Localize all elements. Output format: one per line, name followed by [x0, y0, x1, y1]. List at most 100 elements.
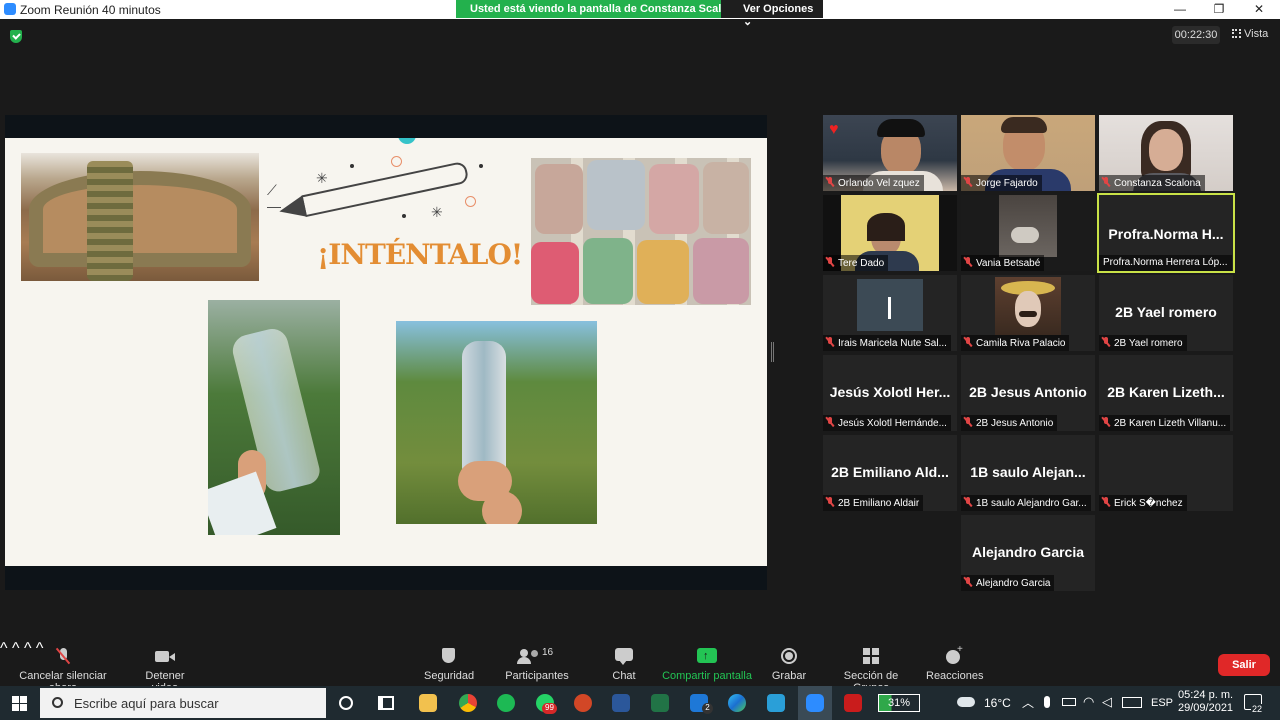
participant-name: Jorge Fajardo — [976, 178, 1038, 189]
participant-tile[interactable]: Jesús Xolotl Her... Jesús Xolotl Hernánd… — [823, 355, 957, 431]
weather-cloud-icon[interactable] — [957, 697, 975, 707]
participant-display-name: Profra.Norma H... — [1108, 226, 1224, 242]
powerpoint-icon[interactable] — [574, 694, 592, 712]
speaker-icon[interactable]: ◁ — [1102, 694, 1112, 710]
participant-display-name: 2B Emiliano Ald... — [831, 464, 949, 480]
input-language[interactable]: ESP — [1151, 697, 1173, 709]
cortana-icon[interactable] — [339, 696, 353, 710]
clock[interactable]: 05:24 p. m. 29/09/2021 — [1178, 689, 1233, 715]
star-doodle-icon: ✳ — [316, 170, 328, 186]
teal-half-circle-icon — [398, 138, 416, 144]
audio-options-chevron-icon[interactable]: ^ — [0, 640, 8, 657]
participant-tile[interactable]: Camila Riva Palacio — [961, 275, 1095, 351]
battery-tray-icon[interactable] — [1062, 698, 1076, 706]
participant-name: Tere Dado — [838, 258, 885, 269]
muted-mic-icon — [964, 257, 972, 267]
muted-mic-icon — [964, 577, 972, 587]
window-title: Zoom Reunión 40 minutos — [20, 3, 161, 17]
participants-icon: 16 — [517, 647, 557, 664]
participant-name: Orlando Vel zquez — [838, 178, 920, 189]
l-app-icon[interactable] — [767, 694, 785, 712]
encryption-shield-icon[interactable] — [10, 30, 22, 43]
participants-button[interactable]: 16 Participantes — [504, 647, 570, 682]
task-view-icon[interactable] — [378, 696, 394, 710]
minimize-icon[interactable]: — — [1170, 2, 1190, 16]
muted-mic-icon — [1102, 497, 1110, 507]
muted-mic-icon — [826, 497, 834, 507]
participant-display-name: 2B Karen Lizeth... — [1107, 384, 1225, 400]
participant-display-name: Alejandro Garcia — [971, 544, 1085, 560]
star-doodle-icon: ✳ — [431, 204, 443, 220]
chrome-icon[interactable] — [459, 694, 477, 712]
view-button[interactable]: Vista — [1232, 28, 1268, 40]
security-label: Seguridad — [424, 670, 475, 682]
participant-name: 1B saulo Alejandro Gar... — [976, 498, 1087, 509]
participant-tile[interactable]: Tere Dado — [823, 195, 957, 271]
chat-label: Chat — [612, 670, 636, 682]
participant-name: 2B Emiliano Aldair — [838, 498, 920, 509]
participant-name: Irais Maricela Nute Sal... — [838, 338, 947, 349]
keyboard-icon[interactable] — [1122, 697, 1142, 708]
record-icon — [781, 648, 797, 664]
view-label: Vista — [1244, 28, 1269, 40]
battery-meter-widget[interactable]: 31% — [878, 694, 920, 712]
heart-icon: ♥ — [829, 121, 839, 138]
share-screen-button[interactable]: ↑ Compartir pantalla — [662, 648, 752, 682]
participant-name: 2B Jesus Antonio — [976, 418, 1054, 429]
tray-chevron-up-icon[interactable]: ︿ — [1022, 694, 1034, 711]
file-explorer-icon[interactable] — [419, 694, 437, 712]
grid-view-icon — [1232, 29, 1241, 38]
security-button[interactable]: Seguridad — [424, 648, 475, 682]
share-screen-icon: ↑ — [697, 648, 717, 664]
participant-tile[interactable]: 2B Emiliano Ald... 2B Emiliano Aldair — [823, 435, 957, 511]
breakout-rooms-icon — [863, 648, 879, 664]
zoom-taskbar-active[interactable] — [798, 686, 832, 720]
participant-tile[interactable]: Vania Betsabé — [961, 195, 1095, 271]
maximize-icon[interactable]: ❐ — [1209, 2, 1229, 16]
word-icon[interactable] — [612, 694, 630, 712]
participant-name: Camila Riva Palacio — [976, 338, 1066, 349]
battery-percent: 31% — [887, 697, 911, 709]
participant-tile[interactable]: 2B Jesus Antonio 2B Jesus Antonio — [961, 355, 1095, 431]
view-options-label: Ver Opciones — [743, 3, 814, 15]
acrobat-icon[interactable] — [844, 694, 862, 712]
panel-resize-handle[interactable] — [771, 342, 774, 362]
participant-name: Alejandro Garcia — [976, 578, 1051, 589]
participant-tile[interactable]: 2B Karen Lizeth... 2B Karen Lizeth Villa… — [1099, 355, 1233, 431]
windows-taskbar: Escribe aquí para buscar 99 2 31% 16°C ︿… — [0, 686, 1280, 720]
participant-name: Vania Betsabé — [976, 258, 1041, 269]
windows-start-icon[interactable] — [12, 696, 27, 711]
participant-tile[interactable]: Erick S�nchez — [1099, 435, 1233, 511]
record-button[interactable]: Grabar — [768, 648, 810, 682]
participant-tile[interactable]: ♥ Orlando Vel zquez — [823, 115, 957, 191]
participant-tile[interactable]: Alejandro Garcia Alejandro Garcia — [961, 515, 1095, 591]
participant-tile[interactable]: 2B Yael romero 2B Yael romero — [1099, 275, 1233, 351]
bottle-wall-photo — [21, 153, 259, 281]
participant-tile-active-speaker[interactable]: Profra.Norma H... Profra.Norma Herrera L… — [1097, 193, 1235, 273]
spotify-icon[interactable] — [497, 694, 515, 712]
circle-doodle-icon — [465, 196, 476, 207]
participant-tile[interactable]: Jorge Fajardo — [961, 115, 1095, 191]
participant-tile[interactable]: 1B saulo Alejan... 1B saulo Alejandro Ga… — [961, 435, 1095, 511]
smiley-plus-icon: + — [945, 644, 963, 664]
participant-name: Erick S�nchez — [1114, 498, 1183, 509]
microphone-tray-icon[interactable] — [1044, 696, 1050, 708]
taskbar-search-input[interactable]: Escribe aquí para buscar — [40, 688, 326, 718]
view-options-button[interactable]: Ver Opciones ⌄ — [721, 0, 823, 28]
security-shield-icon — [441, 648, 455, 664]
close-icon[interactable]: ✕ — [1249, 2, 1269, 16]
reactions-button[interactable]: + Reacciones — [926, 644, 983, 682]
chevron-down-icon: ⌄ — [743, 16, 753, 28]
edge-icon[interactable] — [728, 694, 746, 712]
muted-mic-icon — [826, 257, 834, 267]
excel-icon[interactable] — [651, 694, 669, 712]
leave-meeting-button[interactable]: Salir — [1218, 654, 1270, 676]
mail-badge: 2 — [702, 703, 713, 714]
wifi-icon[interactable]: ◠ — [1083, 694, 1094, 710]
chat-button[interactable]: Chat — [604, 648, 644, 682]
spark-lines-icon: ⟋ — [267, 182, 277, 198]
participant-tile[interactable]: Constanza Scalona — [1099, 115, 1233, 191]
screen-share-banner: Usted está viendo la pantalla de Constan… — [456, 0, 823, 28]
participant-display-name: 2B Jesus Antonio — [969, 384, 1087, 400]
participant-tile[interactable]: Irais Maricela Nute Sal... — [823, 275, 957, 351]
